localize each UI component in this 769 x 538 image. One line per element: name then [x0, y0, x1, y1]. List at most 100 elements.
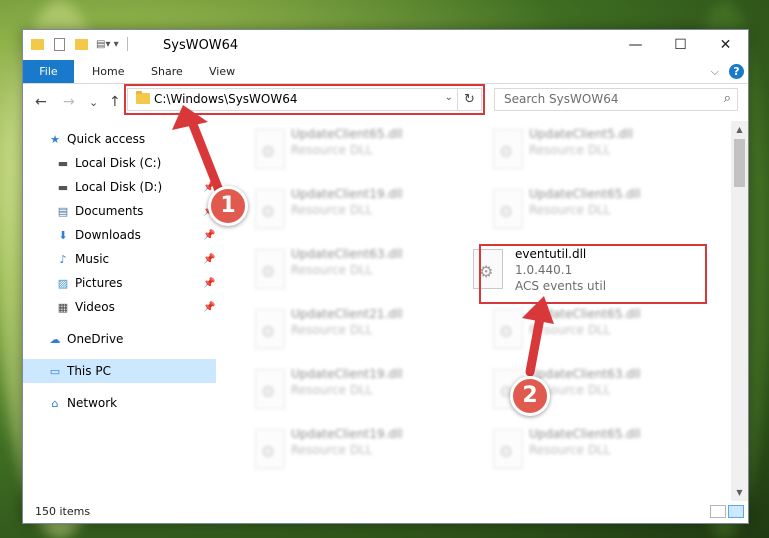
- sidebar-item-label: Local Disk (C:): [75, 156, 162, 170]
- details-view-icon[interactable]: [710, 505, 726, 518]
- pin-icon[interactable]: 📌: [203, 302, 215, 313]
- file-item[interactable]: ⚙ UpdateClient65.dll Resource DLL: [457, 301, 687, 357]
- file-item[interactable]: ⚙ UpdateClient21.dll Resource DLL: [219, 301, 449, 357]
- gear-icon: ⚙: [261, 322, 276, 341]
- gear-icon: ⚙: [499, 202, 514, 221]
- file-name: UpdateClient21.dll: [291, 307, 403, 321]
- dll-file-icon: ⚙: [493, 309, 523, 349]
- file-item[interactable]: ⚙ UpdateClient19.dll Resource DLL: [219, 181, 449, 237]
- file-description: Resource DLL: [291, 323, 373, 337]
- gear-icon: ⚙: [261, 262, 276, 281]
- file-highlight: [479, 244, 707, 304]
- sidebar-item-network[interactable]: ⌂ Network: [23, 391, 216, 415]
- search-icon[interactable]: ⌕: [724, 91, 731, 106]
- file-item[interactable]: ⚙ UpdateClient65.dll Resource DLL: [219, 121, 449, 177]
- music-icon: ♪: [59, 252, 67, 266]
- scroll-down-icon[interactable]: ▼: [731, 488, 748, 497]
- file-item[interactable]: ⚙ UpdateClient5.dll Resource DLL: [457, 121, 687, 177]
- file-item[interactable]: ⚙ UpdateClient19.dll Resource DLL: [219, 421, 449, 477]
- search-input[interactable]: Search SysWOW64 ⌕: [494, 88, 738, 111]
- recent-locations-button[interactable]: ⌄: [89, 96, 98, 109]
- scroll-up-icon[interactable]: ▲: [731, 125, 748, 134]
- gear-icon: ⚙: [499, 142, 514, 161]
- step-1-callout: 1: [208, 186, 248, 226]
- back-button[interactable]: ←: [35, 94, 47, 110]
- sidebar-item-this-pc[interactable]: ▭ This PC: [23, 359, 216, 383]
- file-name: UpdateClient63.dll: [529, 367, 641, 381]
- pin-icon[interactable]: 📌: [203, 278, 215, 289]
- download-icon: ⬇: [58, 228, 68, 242]
- pin-icon[interactable]: 📌: [203, 230, 215, 241]
- maximize-button[interactable]: ☐: [658, 30, 703, 60]
- tab-share[interactable]: Share: [151, 60, 183, 83]
- sidebar-item-label: This PC: [67, 364, 111, 378]
- network-icon: ⌂: [51, 396, 59, 410]
- gear-icon: ⚙: [261, 442, 276, 461]
- navigation-bar: ← → ⌄ ↑ C:\Windows\SysWOW64 ⌄ ↻ Search S…: [23, 84, 748, 120]
- sidebar-item-pictures[interactable]: ▨ Pictures 📌: [23, 271, 216, 295]
- sidebar-item-videos[interactable]: ▦ Videos 📌: [23, 295, 216, 319]
- sidebar-item-local-disk-d[interactable]: ▬ Local Disk (D:) 📌: [23, 175, 216, 199]
- item-count: 150 items: [35, 505, 91, 518]
- expand-ribbon-icon[interactable]: ⌵: [711, 65, 719, 79]
- vertical-scrollbar[interactable]: ▲ ▼: [731, 121, 748, 501]
- quick-access-toolbar: ▤▾ ▾: [31, 37, 128, 51]
- pin-icon[interactable]: 📌: [203, 254, 215, 265]
- close-button[interactable]: ✕: [703, 30, 748, 60]
- sidebar-item-documents[interactable]: ▤ Documents 📌: [23, 199, 216, 223]
- gear-icon: ⚙: [261, 142, 276, 161]
- star-icon: ★: [50, 132, 60, 146]
- file-description: Resource DLL: [291, 263, 373, 277]
- file-name: UpdateClient63.dll: [291, 247, 403, 261]
- help-icon[interactable]: ?: [729, 64, 744, 79]
- file-description: Resource DLL: [291, 443, 373, 457]
- sidebar-item-label: Music: [75, 252, 110, 266]
- properties-icon[interactable]: [54, 37, 65, 51]
- file-description: Resource DLL: [529, 323, 611, 337]
- address-highlight: [124, 84, 485, 115]
- folder-icon[interactable]: [31, 38, 44, 50]
- sidebar-item-label: Local Disk (D:): [75, 180, 163, 194]
- dll-file-icon: ⚙: [493, 429, 523, 469]
- tab-home[interactable]: Home: [92, 60, 124, 83]
- file-item[interactable]: ⚙ UpdateClient63.dll Resource DLL: [457, 361, 687, 417]
- file-item[interactable]: ⚙ UpdateClient19.dll Resource DLL: [219, 361, 449, 417]
- ribbon-controls: ⌵ ?: [711, 64, 744, 79]
- drive-icon: ▬: [57, 156, 69, 170]
- sidebar-item-local-disk-c[interactable]: ▬ Local Disk (C:): [23, 151, 216, 175]
- file-item[interactable]: ⚙ UpdateClient63.dll Resource DLL: [219, 241, 449, 297]
- dll-file-icon: ⚙: [255, 309, 285, 349]
- minimize-button[interactable]: —: [613, 30, 658, 60]
- dll-file-icon: ⚙: [255, 249, 285, 289]
- forward-button[interactable]: →: [63, 94, 75, 110]
- file-name: UpdateClient65.dll: [291, 127, 403, 141]
- sidebar-item-onedrive[interactable]: ☁ OneDrive: [23, 327, 216, 351]
- sidebar-item-downloads[interactable]: ⬇ Downloads 📌: [23, 223, 216, 247]
- file-name: UpdateClient65.dll: [529, 187, 641, 201]
- search-placeholder: Search SysWOW64: [504, 92, 619, 106]
- customize-toolbar-icon[interactable]: ▤▾ ▾: [96, 39, 119, 50]
- sidebar-item-music[interactable]: ♪ Music 📌: [23, 247, 216, 271]
- computer-icon: ▭: [49, 364, 61, 378]
- sidebar-item-label: Pictures: [75, 276, 123, 290]
- step-2-callout: 2: [510, 376, 550, 416]
- dll-file-icon: ⚙: [493, 189, 523, 229]
- sidebar-item-label: Downloads: [75, 228, 141, 242]
- file-item[interactable]: ⚙ UpdateClient65.dll Resource DLL: [457, 421, 687, 477]
- tab-view[interactable]: View: [209, 60, 235, 83]
- ribbon-tabs: File Home Share View ⌵ ?: [23, 60, 748, 84]
- up-button[interactable]: ↑: [109, 94, 121, 110]
- gear-icon: ⚙: [499, 322, 514, 341]
- scrollbar-thumb[interactable]: [734, 139, 745, 187]
- pictures-icon: ▨: [57, 276, 69, 290]
- sidebar-item-label: OneDrive: [67, 332, 124, 346]
- file-name: UpdateClient19.dll: [291, 367, 403, 381]
- large-icons-view-icon[interactable]: [728, 505, 744, 518]
- tab-file[interactable]: File: [23, 60, 74, 83]
- sidebar-item-quick-access[interactable]: ★ Quick access: [23, 127, 216, 151]
- file-list: ⚙ UpdateClient65.dll Resource DLL ⚙ Upda…: [219, 121, 733, 499]
- new-folder-icon[interactable]: [75, 38, 88, 50]
- file-description: Resource DLL: [291, 203, 373, 217]
- window-title: SysWOW64: [163, 38, 239, 53]
- file-item[interactable]: ⚙ UpdateClient65.dll Resource DLL: [457, 181, 687, 237]
